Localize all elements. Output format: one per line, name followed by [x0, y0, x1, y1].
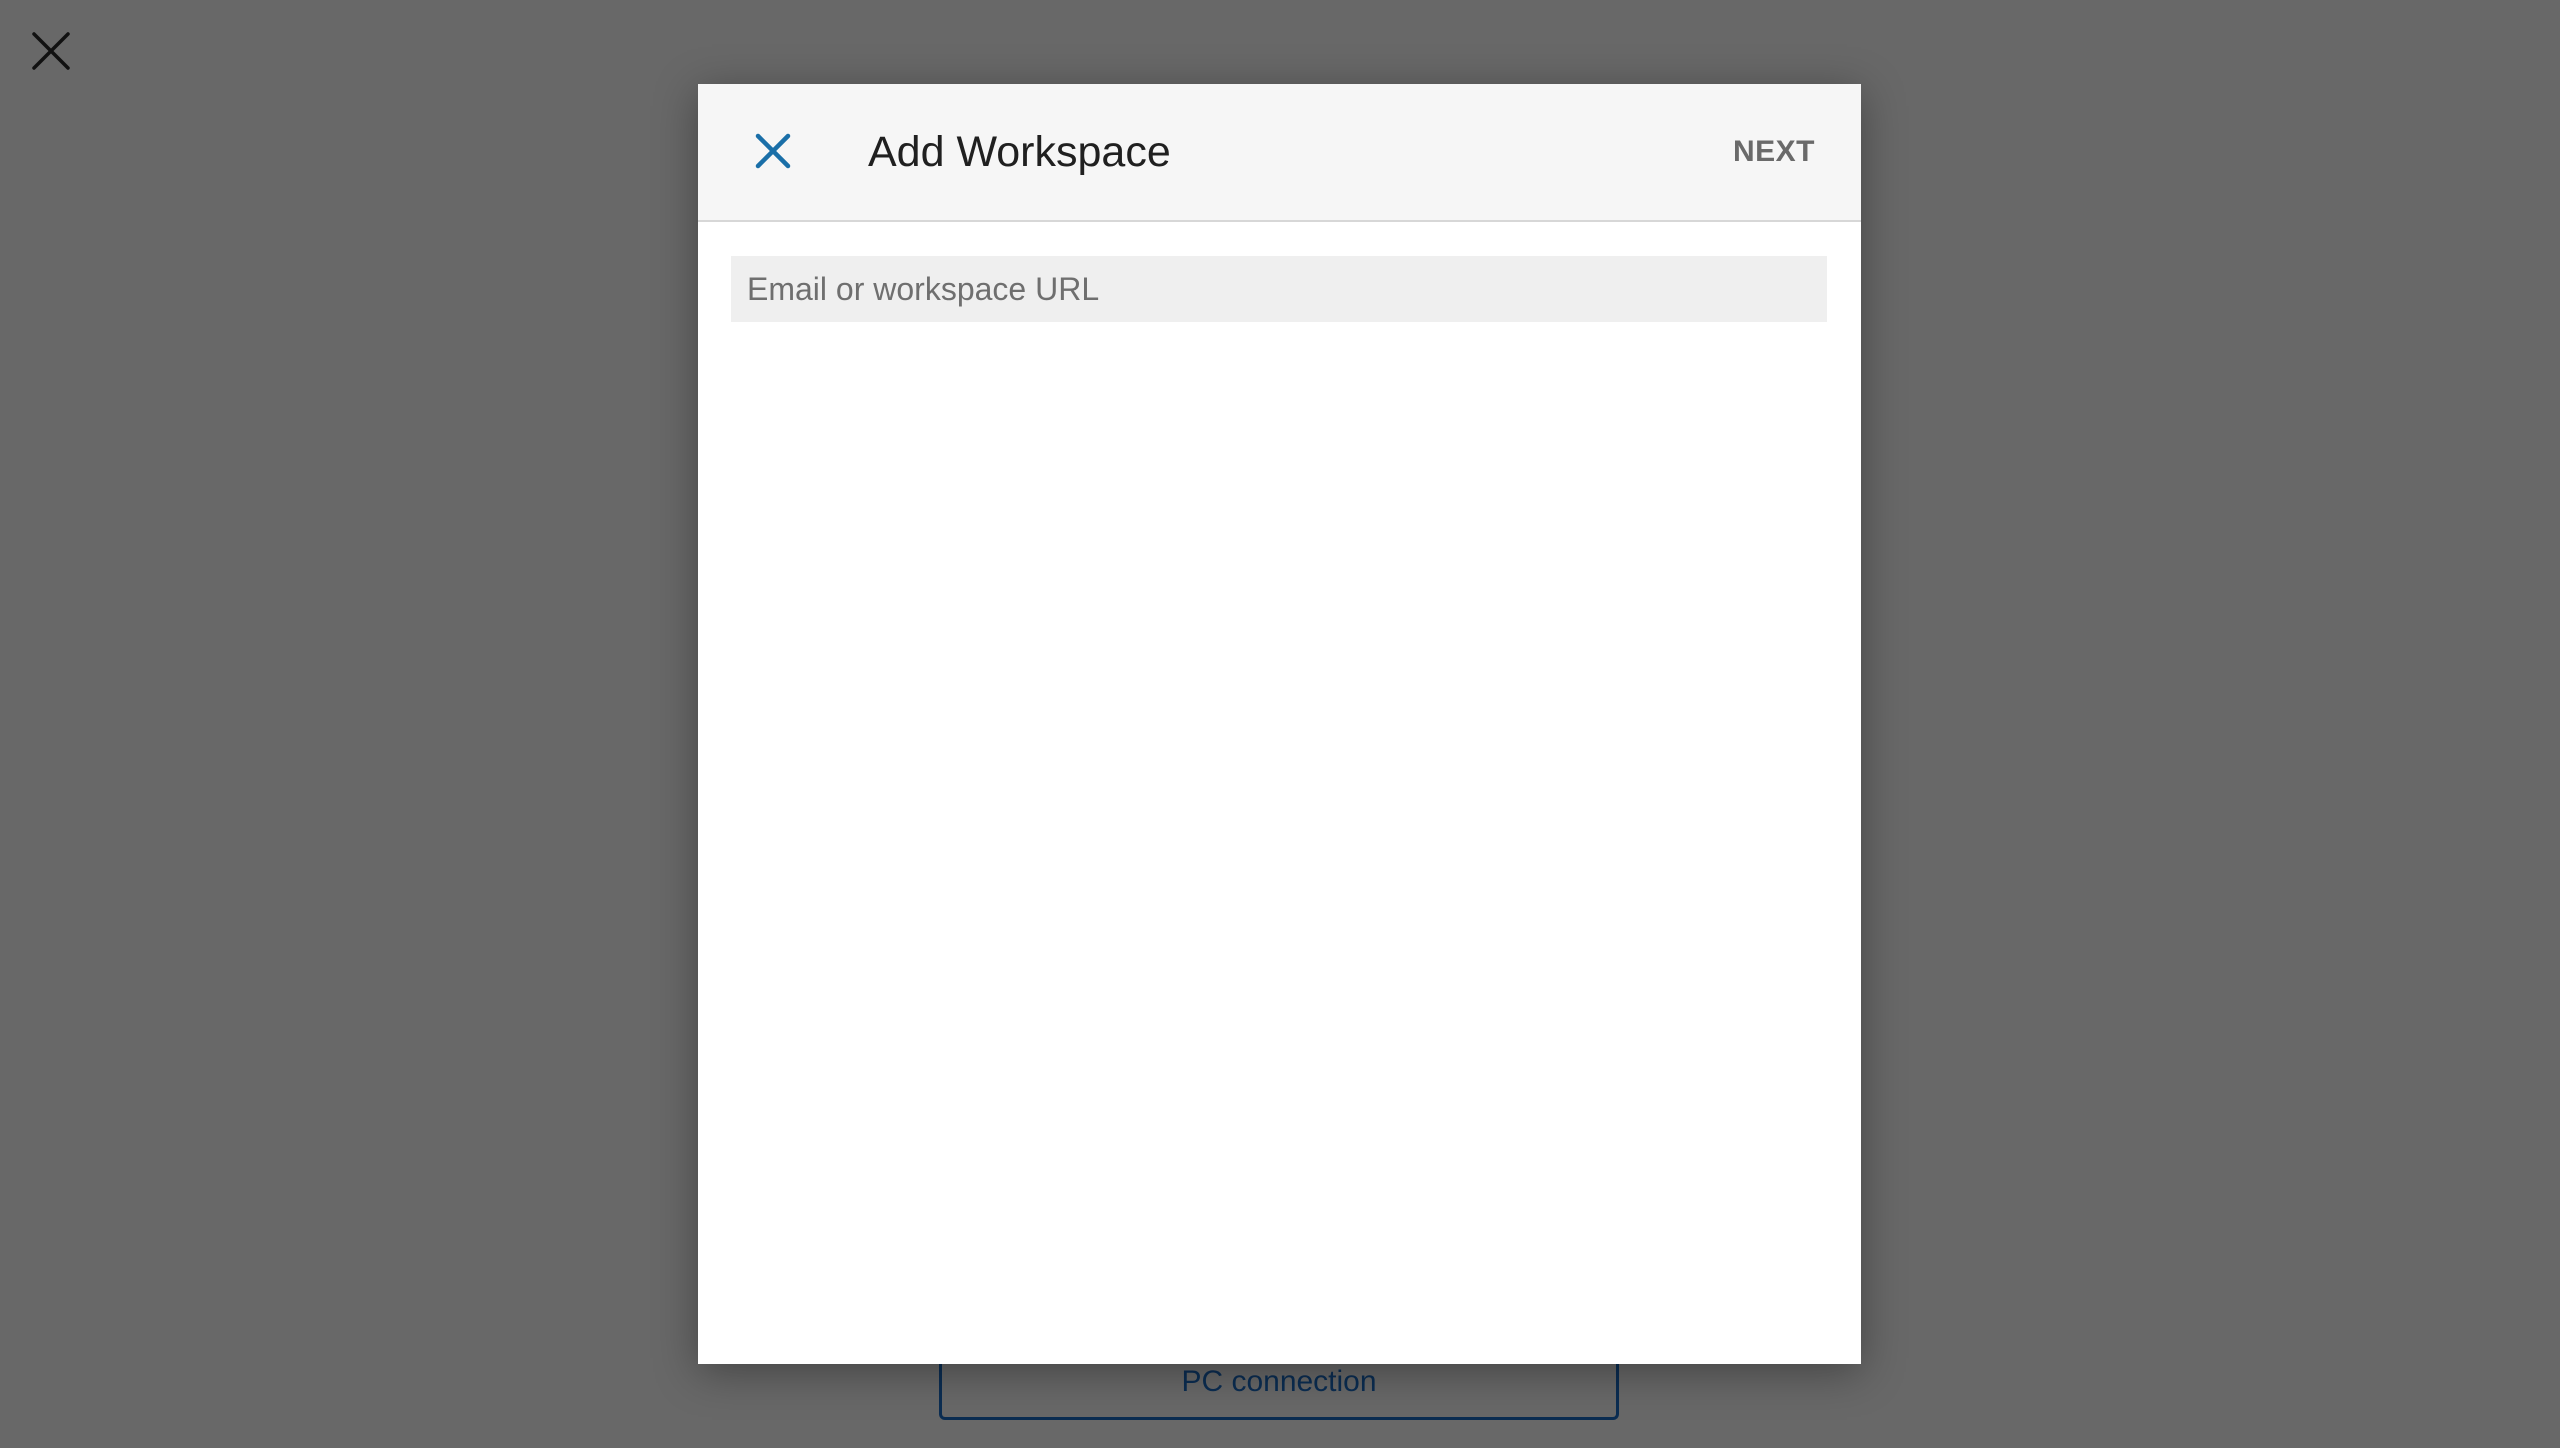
dialog-title: Add Workspace	[868, 128, 1171, 176]
pc-connection-label: PC connection	[1181, 1365, 1377, 1398]
workspace-url-input[interactable]	[731, 256, 1827, 322]
close-icon[interactable]	[748, 126, 798, 176]
screen: PC connection Add Workspace NEXT	[0, 0, 2560, 1448]
dialog-header: Add Workspace NEXT	[698, 84, 1861, 222]
add-workspace-dialog: Add Workspace NEXT	[698, 84, 1861, 1364]
next-button[interactable]: NEXT	[1733, 84, 1815, 220]
background-close-icon[interactable]	[28, 28, 74, 74]
dialog-body	[698, 222, 1861, 1364]
